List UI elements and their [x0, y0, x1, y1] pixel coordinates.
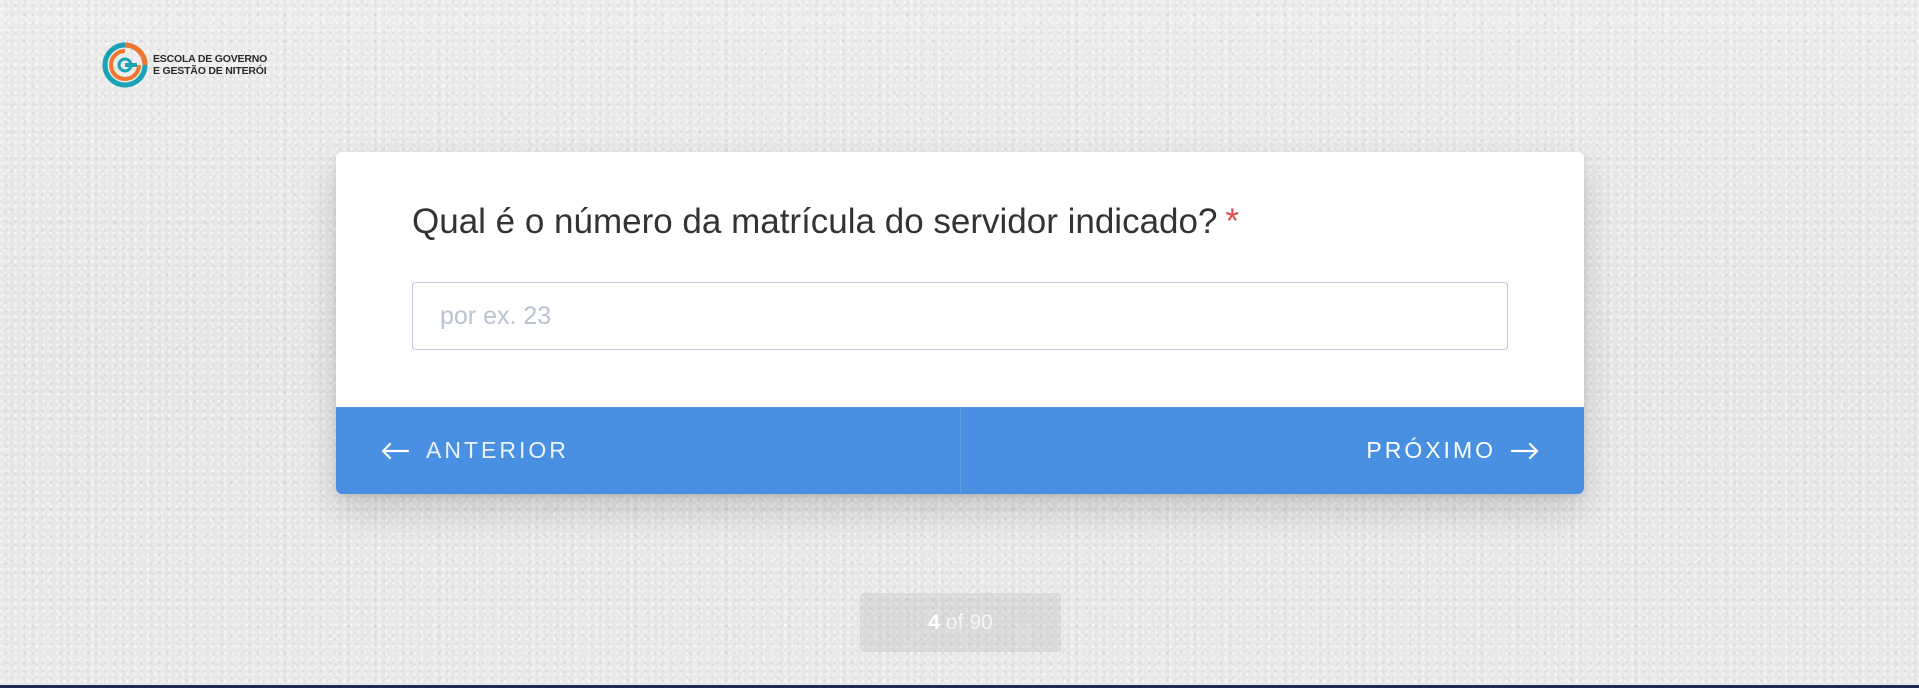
- logo: ESCOLA DE GOVERNO E GESTÃO DE NITERÓI: [101, 41, 267, 89]
- question-text: Qual é o número da matrícula do servidor…: [412, 202, 1218, 241]
- logo-text-line1: ESCOLA DE GOVERNO: [153, 53, 268, 65]
- previous-button[interactable]: ANTERIOR: [336, 407, 961, 494]
- progress-total: 90: [969, 610, 993, 634]
- question-title: Qual é o número da matrícula do servidor…: [412, 198, 1239, 246]
- progress-of: of: [945, 610, 964, 634]
- logo-text: ESCOLA DE GOVERNO E GESTÃO DE NITERÓI: [153, 53, 267, 77]
- next-button-label: PRÓXIMO: [1366, 437, 1496, 463]
- arrow-left-icon: [381, 442, 410, 459]
- answer-input[interactable]: [412, 282, 1508, 350]
- question-card: Qual é o número da matrícula do servidor…: [336, 152, 1584, 494]
- progress-indicator: 4 of 90: [860, 593, 1061, 652]
- egg-logo-icon: [102, 42, 148, 88]
- navigation-bar: ANTERIOR PRÓXIMO: [336, 407, 1584, 494]
- arrow-right-icon: [1510, 442, 1539, 459]
- previous-button-label: ANTERIOR: [426, 437, 569, 463]
- required-asterisk: *: [1225, 202, 1240, 241]
- logo-text-line2: E GESTÃO DE NITERÓI: [153, 65, 267, 77]
- progress-current: 4: [928, 610, 940, 634]
- next-button[interactable]: PRÓXIMO: [961, 407, 1585, 494]
